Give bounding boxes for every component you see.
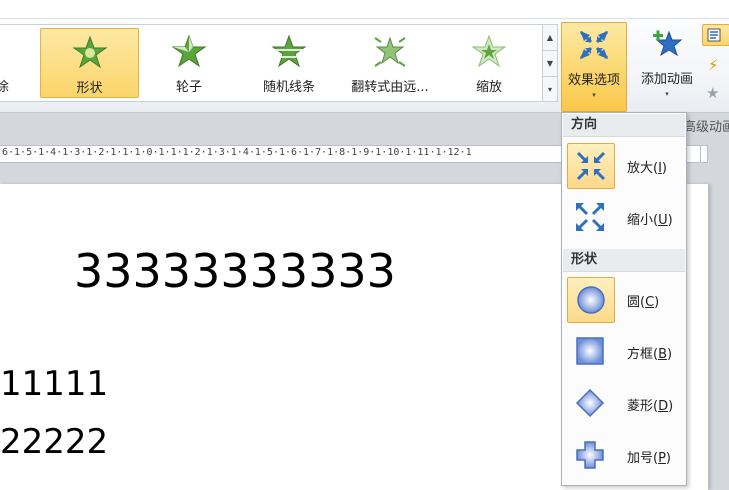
- menu-item-label: 缩小(U): [627, 213, 673, 228]
- gallery-item-label: 缩放: [475, 80, 502, 95]
- menu-section-shape: 形状: [563, 249, 685, 272]
- menu-item-box[interactable]: 方框(B): [563, 327, 685, 377]
- diamond-shape-icon: [575, 388, 605, 418]
- menu-section-direction: 方向: [563, 114, 685, 137]
- advanced-animation-small-buttons: ⚡ ★: [700, 22, 729, 112]
- zoom-in-arrows-icon: [576, 151, 606, 181]
- gallery-item-label: 涂: [0, 80, 10, 95]
- menu-item-label: 加号(P): [627, 451, 671, 466]
- menu-item-label: 圆(C): [627, 295, 660, 310]
- animation-painter-button[interactable]: ★: [702, 84, 728, 104]
- star-wheel-icon: [171, 34, 207, 68]
- add-star-icon: [653, 30, 683, 57]
- menu-section-title: 方向: [571, 117, 598, 132]
- gallery-item-label: 轮子: [175, 80, 202, 95]
- gallery-item-zoom[interactable]: 缩放: [450, 28, 528, 96]
- ribbon-tab-strip: [0, 0, 729, 19]
- menu-item-plus[interactable]: 加号(P): [563, 431, 685, 481]
- animation-gallery: 涂 形状 轮子 随机线条 翻转式由远... 缩放: [0, 24, 543, 102]
- gallery-more-button[interactable]: ▾: [543, 77, 557, 102]
- menu-item-icon-box: [567, 277, 615, 323]
- star-brush-icon: ★: [706, 84, 720, 102]
- lightning-icon: ⚡: [708, 56, 719, 74]
- menu-item-icon-box: [567, 329, 613, 373]
- gallery-item-partial[interactable]: 涂: [0, 28, 10, 96]
- box-shape-icon: [576, 337, 604, 365]
- zoom-out-arrows-icon: [576, 203, 604, 231]
- slide-text-line-1[interactable]: 33333333333: [74, 244, 396, 298]
- chevron-down-icon: ▾: [592, 91, 596, 99]
- gallery-scroll-down-button[interactable]: ▼: [543, 51, 557, 77]
- star-random-bars-icon: [271, 34, 307, 68]
- gallery-item-shape[interactable]: 形状: [40, 28, 139, 98]
- menu-item-zoom-out[interactable]: 缩小(U): [563, 193, 685, 243]
- gallery-item-wheel[interactable]: 轮子: [150, 28, 228, 96]
- slide-text-line-3[interactable]: 22222: [0, 422, 108, 462]
- menu-item-icon-box: [567, 195, 613, 239]
- gallery-item-random-bars[interactable]: 随机线条: [250, 28, 328, 96]
- effect-options-dropdown: 方向 放大(I) 缩小(U) 形状 圆(C) 方框(B) 菱形(D) 加号(P): [561, 112, 687, 486]
- plus-shape-icon: [576, 441, 604, 469]
- animation-pane-icon: [707, 28, 721, 42]
- menu-item-circle[interactable]: 圆(C): [563, 275, 685, 325]
- circle-shape-icon: [577, 286, 605, 314]
- menu-item-diamond[interactable]: 菱形(D): [563, 379, 685, 429]
- trigger-button[interactable]: ⚡: [702, 56, 728, 76]
- gallery-item-label: 形状: [76, 81, 103, 96]
- menu-item-zoom-in[interactable]: 放大(I): [563, 141, 685, 191]
- menu-item-icon-box: [567, 381, 613, 425]
- chevron-down-icon: ▾: [665, 90, 669, 98]
- ruler-end-cap: [700, 145, 708, 163]
- menu-item-icon-box: [567, 433, 613, 477]
- ribbon: 涂 形状 轮子 随机线条 翻转式由远... 缩放 ▲ ▼ ▾ 效果选项 ▾ 添加…: [0, 0, 729, 113]
- menu-item-label: 方框(B): [627, 347, 673, 362]
- star-shape-icon: [71, 35, 108, 69]
- menu-item-label: 菱形(D): [627, 399, 674, 414]
- star-flip-icon: [374, 36, 406, 67]
- zoom-in-arrows-icon: [579, 30, 609, 60]
- gallery-item-label: 随机线条: [262, 80, 315, 95]
- star-zoom-icon: [471, 34, 507, 68]
- menu-section-title: 形状: [571, 252, 598, 267]
- menu-item-icon-box: [567, 143, 615, 189]
- effect-options-button[interactable]: 效果选项 ▾: [561, 22, 627, 112]
- menu-item-label: 放大(I): [627, 161, 667, 176]
- slide-text-line-2[interactable]: 11111: [0, 364, 108, 404]
- gallery-scroll: ▲ ▼ ▾: [542, 24, 558, 102]
- animation-pane-button[interactable]: [702, 24, 729, 46]
- advanced-animation-group-label: 高级动画: [683, 120, 729, 135]
- gallery-item-label: 翻转式由远...: [351, 80, 429, 95]
- gallery-item-flip[interactable]: 翻转式由远...: [342, 28, 438, 96]
- effect-options-label: 效果选项: [567, 73, 620, 88]
- add-animation-button[interactable]: 添加动画 ▾: [633, 22, 701, 110]
- ruler-marks: 6·1·5·1·4·1·3·1·2·1·1·1·0·1·1·1·2·1·3·1·…: [2, 147, 472, 158]
- add-animation-label: 添加动画: [640, 72, 693, 87]
- gallery-scroll-up-button[interactable]: ▲: [543, 25, 557, 51]
